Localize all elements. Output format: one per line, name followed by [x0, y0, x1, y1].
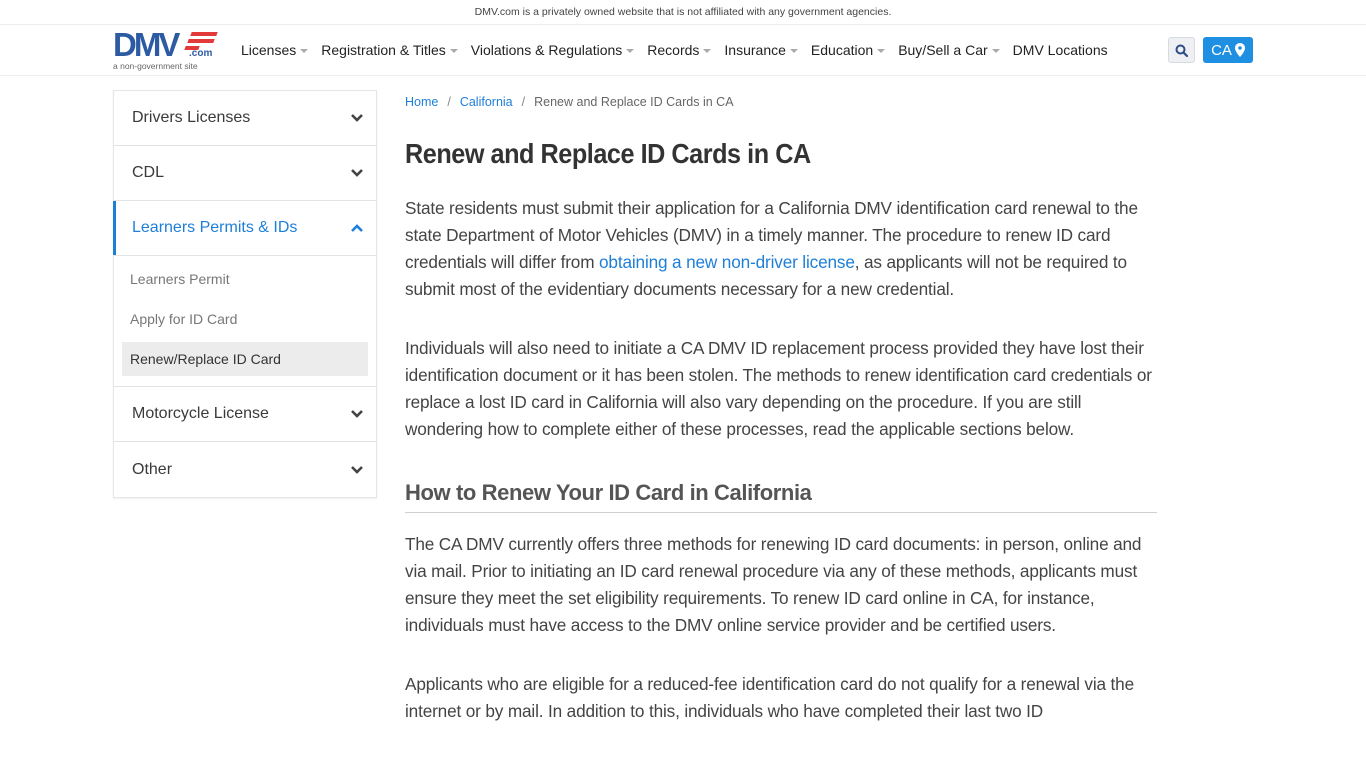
chevron-down-icon — [350, 111, 364, 125]
reduced-fee-paragraph: Applicants who are eligible for a reduce… — [405, 674, 1134, 721]
caret-down-icon — [626, 48, 635, 53]
sidebar-section-cdl[interactable]: CDL — [114, 146, 376, 201]
site-header: DMV .com a non-government site Licenses … — [0, 25, 1366, 76]
sidebar-item-learners-permit[interactable]: Learners Permit — [122, 262, 368, 296]
replacement-paragraph: Individuals will also need to initiate a… — [405, 338, 1152, 439]
non-driver-license-link[interactable]: obtaining a new non-driver license — [599, 252, 855, 272]
caret-down-icon — [449, 48, 458, 53]
caret-down-icon — [703, 48, 712, 53]
nav-buy-sell-car[interactable]: Buy/Sell a Car — [898, 41, 1000, 58]
sidebar-section-other[interactable]: Other — [114, 442, 376, 497]
chevron-down-icon — [350, 463, 364, 477]
breadcrumb-current: Renew and Replace ID Cards in CA — [534, 95, 734, 109]
main-nav: Licenses Registration & Titles Violation… — [241, 25, 1121, 74]
breadcrumb: Home / California / Renew and Replace ID… — [405, 90, 1157, 114]
chevron-up-icon — [350, 221, 364, 235]
map-marker-icon — [1234, 43, 1245, 57]
sidebar-menu: Drivers Licenses CDL Learners Permits & … — [113, 90, 377, 498]
nav-licenses[interactable]: Licenses — [241, 41, 309, 58]
section-label: CDL — [132, 164, 165, 181]
item-label: Learners Permit — [130, 271, 230, 287]
nav-label: Insurance — [724, 41, 786, 58]
nav-label: Registration & Titles — [321, 41, 446, 58]
nav-label: DMV Locations — [1012, 41, 1108, 58]
breadcrumb-separator: / — [521, 95, 526, 109]
caret-down-icon — [877, 48, 886, 53]
intro-paragraph: State residents must submit their applic… — [405, 195, 1157, 303]
breadcrumb-separator: / — [447, 95, 451, 109]
nav-records[interactable]: Records — [647, 41, 712, 58]
nav-label: Buy/Sell a Car — [898, 41, 988, 58]
search-icon — [1175, 44, 1188, 57]
sidebar-submenu: Learners Permit Apply for ID Card Renew/… — [114, 256, 376, 387]
logo-tagline: a non-government site — [113, 61, 198, 71]
sidebar-item-renew-replace-id-card[interactable]: Renew/Replace ID Card — [122, 342, 368, 376]
nav-violations-regulations[interactable]: Violations & Regulations — [471, 42, 635, 58]
nav-registration-titles[interactable]: Registration & Titles — [321, 42, 458, 58]
renew-methods-paragraph: The CA DMV currently offers three method… — [405, 534, 1142, 635]
item-label: Apply for ID Card — [130, 311, 238, 327]
chevron-down-icon — [350, 407, 364, 421]
disclaimer-text: DMV.com is a privately owned website tha… — [474, 6, 892, 18]
caret-down-icon — [991, 48, 1000, 53]
section-label: Motorcycle License — [132, 405, 269, 422]
search-button[interactable] — [1168, 37, 1195, 63]
nav-label: Education — [810, 41, 874, 58]
article-content: Home / California / Renew and Replace ID… — [405, 90, 1157, 725]
item-label: Renew/Replace ID Card — [130, 351, 281, 367]
breadcrumb-california[interactable]: California — [460, 95, 513, 109]
section-label: Other — [132, 460, 173, 478]
breadcrumb-home[interactable]: Home — [405, 95, 438, 109]
disclaimer-bar: DMV.com is a privately owned website tha… — [0, 0, 1366, 25]
nav-label: Licenses — [241, 41, 297, 58]
sidebar-section-motorcycle-license[interactable]: Motorcycle License — [114, 387, 376, 442]
section-heading-renew: How to Renew Your ID Card in California — [405, 480, 1157, 513]
dmv-logo[interactable]: DMV .com a non-government site — [113, 26, 223, 73]
section-label: Drivers Licenses — [132, 109, 251, 126]
sidebar-section-learners-permits-ids[interactable]: Learners Permits & IDs — [113, 201, 376, 256]
sidebar-section-drivers-licenses[interactable]: Drivers Licenses — [114, 91, 376, 146]
nav-insurance[interactable]: Insurance — [724, 41, 798, 58]
nav-dmv-locations[interactable]: DMV Locations — [1013, 42, 1108, 58]
sidebar-item-apply-id-card[interactable]: Apply for ID Card — [122, 302, 368, 336]
state-label: CA — [1211, 41, 1232, 59]
state-selector-button[interactable]: CA — [1203, 37, 1253, 63]
nav-label: Violations & Regulations — [470, 41, 623, 58]
chevron-down-icon — [350, 166, 364, 180]
nav-education[interactable]: Education — [810, 41, 886, 58]
page-title: Renew and Replace ID Cards in CA — [405, 138, 811, 169]
nav-label: Records — [647, 41, 700, 58]
section-label: Learners Permits & IDs — [132, 219, 298, 236]
caret-down-icon — [789, 48, 798, 53]
logo-letters: DMV — [113, 26, 180, 63]
logo-suffix: .com — [189, 48, 213, 59]
caret-down-icon — [300, 48, 309, 53]
